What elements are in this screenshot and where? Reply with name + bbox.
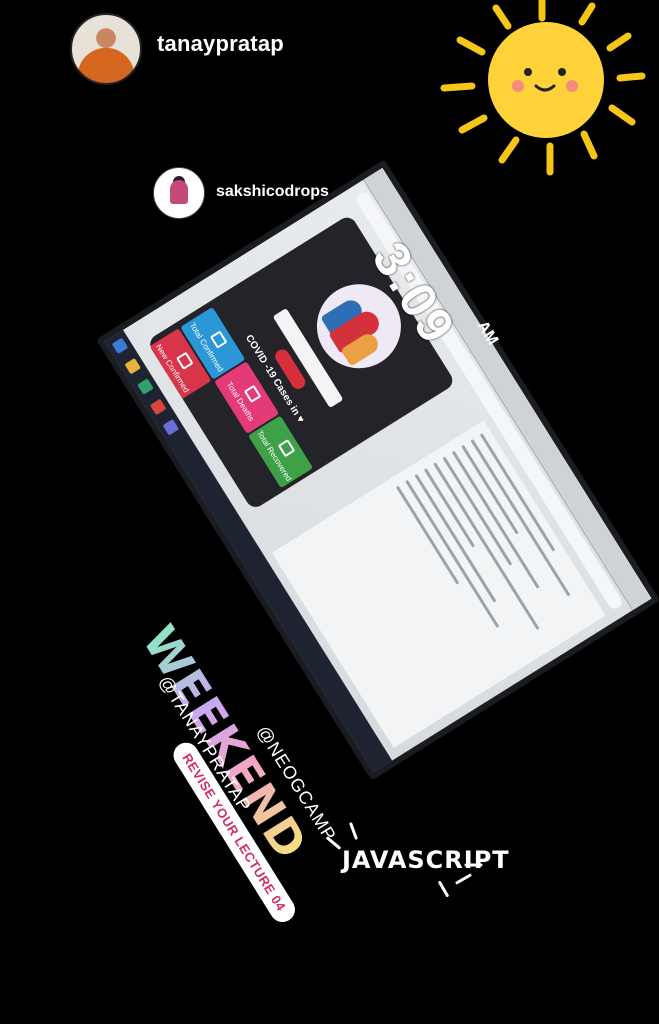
burst-line <box>349 822 358 840</box>
author-username[interactable]: tanaypratap <box>157 31 284 57</box>
sun-sticker-icon <box>440 0 646 176</box>
reshared-avatar[interactable] <box>153 167 205 219</box>
burst-line <box>325 836 342 850</box>
javascript-text: JAVASCRIPT <box>342 846 510 874</box>
javascript-sticker: JAVASCRIPT <box>322 820 509 900</box>
author-avatar[interactable] <box>70 13 142 85</box>
burst-line <box>454 873 473 885</box>
reshared-username[interactable]: sakshicodrops <box>216 183 329 201</box>
burst-line <box>437 880 450 898</box>
